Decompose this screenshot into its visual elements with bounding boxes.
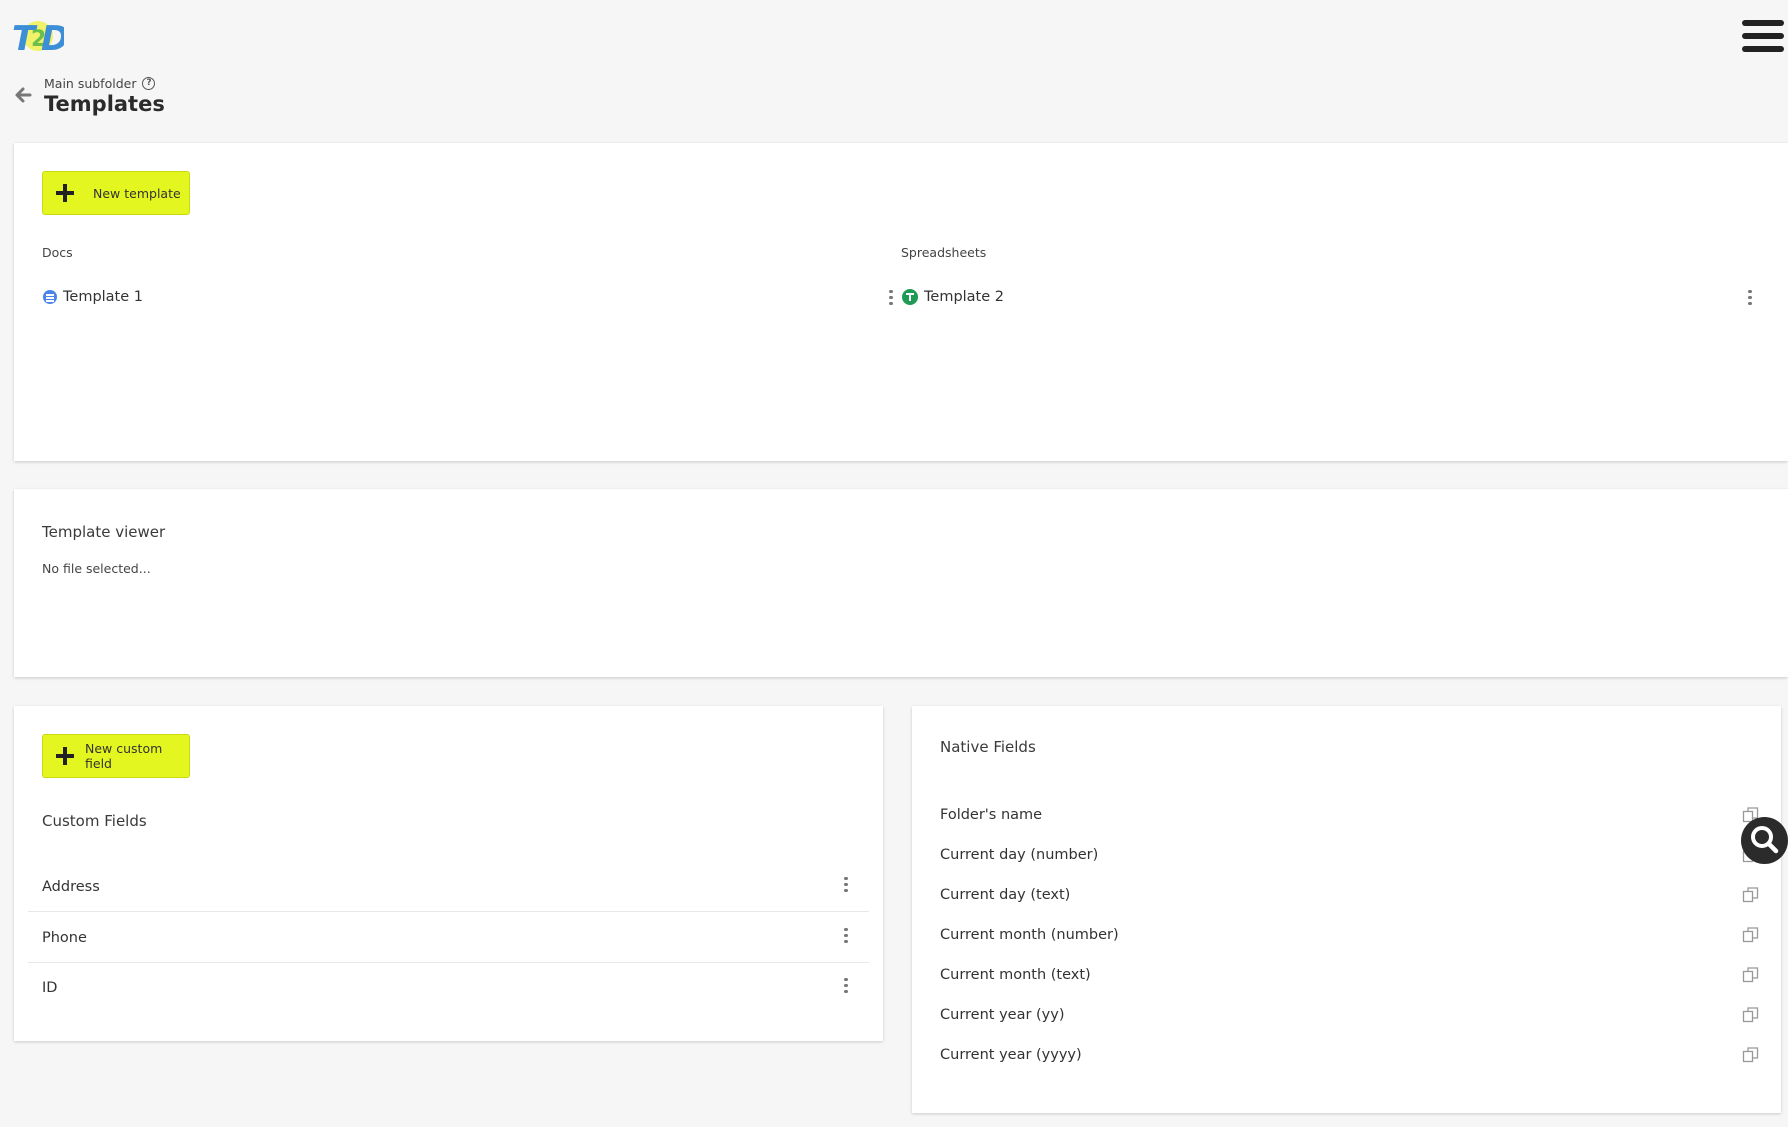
custom-field-label: Address — [42, 878, 100, 895]
template-viewer-card: Template viewer No file selected... — [14, 489, 1788, 677]
breadcrumb: Main subfolder ? — [44, 76, 156, 91]
native-fields-card: Native Fields Folder's name Current day … — [912, 706, 1781, 1113]
search-icon — [1751, 826, 1779, 854]
breadcrumb-parent[interactable]: Main subfolder — [44, 76, 136, 91]
new-custom-field-label: New custom field — [85, 741, 163, 771]
custom-field-more-button[interactable] — [841, 928, 851, 948]
sheet-template-item[interactable]: Template 2 — [902, 289, 1004, 305]
doc-template-name: Template 1 — [63, 289, 143, 305]
native-field-label: Current year (yy) — [940, 1007, 1065, 1023]
native-field-row: Current month (number) — [940, 920, 1760, 950]
custom-field-row[interactable]: Phone — [28, 913, 869, 963]
spreadsheets-heading: Spreadsheets — [901, 245, 987, 260]
app-logo[interactable]: T 2 D — [12, 14, 69, 60]
native-field-row: Folder's name — [940, 800, 1760, 830]
native-field-row: Current day (number) — [940, 840, 1760, 870]
more-vertical-icon — [844, 928, 848, 932]
doc-template-more-button[interactable] — [886, 290, 896, 310]
docs-heading: Docs — [42, 245, 73, 260]
native-field-label: Folder's name — [940, 807, 1043, 823]
back-button[interactable] — [12, 84, 34, 106]
page-title: Templates — [44, 92, 165, 116]
native-field-row: Current day (text) — [940, 880, 1760, 910]
copy-icon[interactable] — [1742, 886, 1760, 904]
more-vertical-icon — [889, 290, 893, 294]
custom-fields-card: New custom field Custom Fields Address P… — [14, 706, 883, 1041]
custom-field-label: ID — [42, 980, 58, 996]
native-field-row: Current year (yyyy) — [940, 1040, 1760, 1070]
copy-icon[interactable] — [1742, 1046, 1760, 1064]
new-template-label: New template — [93, 185, 181, 201]
copy-icon[interactable] — [1742, 1006, 1760, 1024]
copy-icon[interactable] — [1742, 926, 1760, 944]
search-button[interactable] — [1741, 817, 1788, 864]
plus-icon — [55, 746, 75, 766]
help-icon[interactable]: ? — [142, 77, 156, 90]
more-vertical-icon — [1748, 290, 1752, 294]
custom-field-more-button[interactable] — [841, 978, 851, 998]
new-custom-field-button[interactable]: New custom field — [42, 734, 190, 778]
native-field-label: Current day (number) — [940, 847, 1099, 863]
custom-fields-title: Custom Fields — [42, 812, 147, 830]
sheet-icon — [902, 289, 918, 305]
sheet-template-more-button[interactable] — [1745, 290, 1755, 310]
more-vertical-icon — [844, 978, 848, 982]
sheet-template-name: Template 2 — [924, 289, 1004, 305]
svg-text:D: D — [41, 19, 64, 59]
native-field-label: Current month (text) — [940, 967, 1091, 983]
new-template-button[interactable]: New template — [42, 171, 190, 215]
menu-icon — [1742, 20, 1784, 26]
custom-field-row[interactable]: Address — [28, 862, 869, 912]
native-fields-title: Native Fields — [940, 738, 1036, 756]
native-field-label: Current year (yyyy) — [940, 1047, 1082, 1063]
templates-card: New template Docs Spreadsheets Template … — [14, 143, 1788, 461]
native-field-row: Current year (yy) — [940, 1000, 1760, 1030]
doc-template-item[interactable]: Template 1 — [43, 289, 143, 305]
copy-icon[interactable] — [1742, 966, 1760, 984]
native-field-row: Current month (text) — [940, 960, 1760, 990]
native-field-label: Current month (number) — [940, 927, 1119, 943]
more-vertical-icon — [844, 877, 848, 881]
template-viewer-title: Template viewer — [42, 523, 166, 541]
custom-field-row[interactable]: ID — [28, 963, 869, 1013]
custom-field-more-button[interactable] — [841, 877, 851, 897]
doc-icon — [43, 290, 57, 304]
back-arrow-icon — [15, 87, 32, 103]
menu-button[interactable] — [1742, 20, 1784, 56]
plus-icon — [55, 183, 75, 203]
custom-field-label: Phone — [42, 929, 87, 946]
native-field-label: Current day (text) — [940, 887, 1071, 903]
viewer-empty-text: No file selected... — [42, 561, 151, 576]
